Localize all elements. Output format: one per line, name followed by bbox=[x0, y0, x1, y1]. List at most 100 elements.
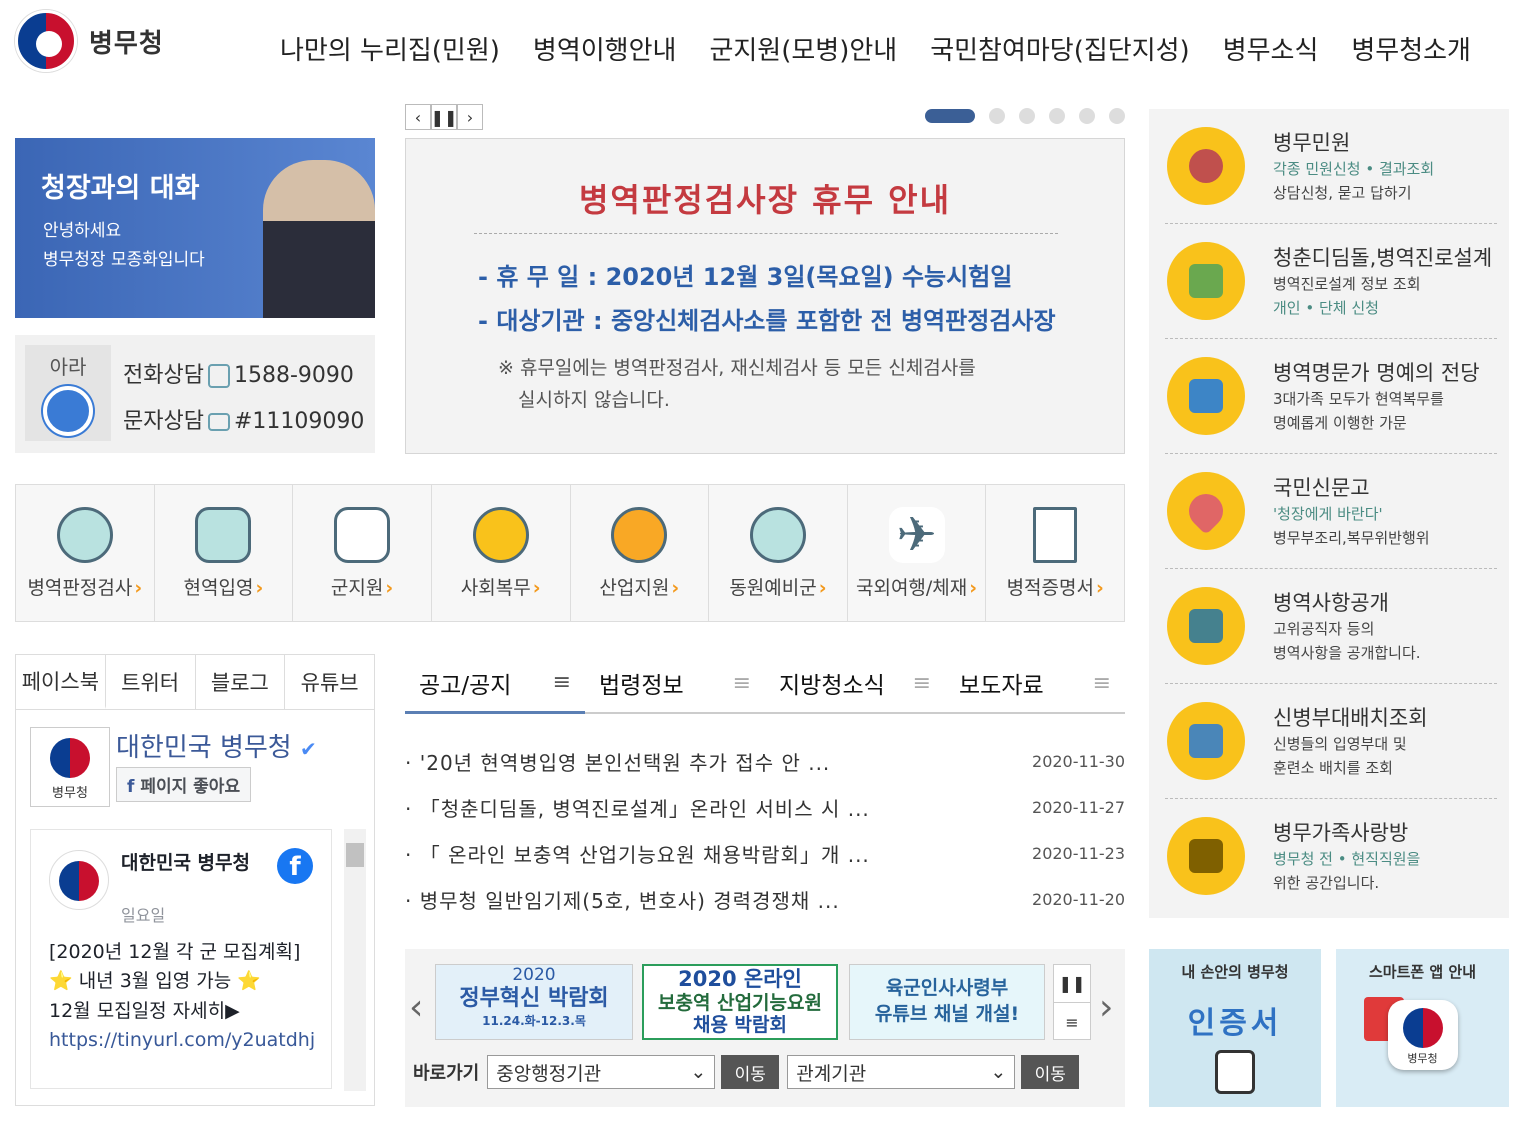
go-button-2[interactable]: 이동 bbox=[1021, 1055, 1080, 1089]
consult-box: 아라 전화상담 1588-9090 문자상담 #11109090 bbox=[15, 335, 375, 453]
nav-item-news[interactable]: 병무소식 bbox=[1223, 30, 1319, 67]
banner-pause-button[interactable]: ❚❚ bbox=[1054, 965, 1090, 1003]
message-icon bbox=[207, 413, 230, 431]
heart-icon bbox=[1167, 472, 1245, 550]
tab-press[interactable]: 보도자료 ≡ bbox=[945, 654, 1125, 712]
service-civil[interactable]: 병무민원 각종 민원신청 • 결과조회 상담신청, 묻고 답하기 bbox=[1165, 109, 1497, 224]
slider-next-button[interactable]: › bbox=[457, 104, 483, 130]
banner-next-icon[interactable]: › bbox=[1099, 987, 1113, 1028]
fb-page-logo[interactable]: 병무청 bbox=[30, 727, 110, 807]
notice-title[interactable]: '20년 현역병입영 본인선택원 추가 접수 안 ... bbox=[420, 751, 831, 775]
site-logo[interactable]: 병무청 bbox=[15, 8, 175, 74]
banner-gov-innovation[interactable]: 2020 정부혁신 박람회 11.24.화-12.3.목 bbox=[435, 964, 633, 1040]
quick-item-social-service[interactable]: 사회복무 › bbox=[432, 485, 571, 621]
more-menu-icon[interactable]: ≡ bbox=[733, 671, 751, 696]
quick-label: 동원예비군 bbox=[729, 577, 817, 599]
slider-pause-button[interactable]: ❚❚ bbox=[431, 104, 457, 130]
main-banner[interactable]: 병역판정검사장 휴무 안내 - 휴 무 일 : 2020년 12월 3일(목요일… bbox=[405, 138, 1125, 454]
service-career[interactable]: 청춘디딤돌,병역진로설계 병역진로설계 정보 조회 개인 • 단체 신청 bbox=[1165, 224, 1497, 339]
sms-number[interactable]: #11109090 bbox=[234, 409, 364, 434]
tab-notice[interactable]: 공고/공지 ≡ bbox=[405, 654, 585, 714]
banner-menu-button[interactable]: ≡ bbox=[1054, 1003, 1090, 1041]
fb-post-link[interactable]: https://tinyurl.com/y2uatdhj bbox=[49, 1026, 319, 1055]
service-title: 신병부대배치조회 bbox=[1273, 706, 1428, 730]
phone-number[interactable]: 1588-9090 bbox=[234, 363, 354, 388]
slider-dot-3[interactable] bbox=[1019, 108, 1035, 124]
nav-item-about[interactable]: 병무청소개 bbox=[1351, 30, 1471, 67]
slider-dot-1[interactable] bbox=[925, 109, 975, 123]
nav-item-civil[interactable]: 나만의 누리집(민원) bbox=[280, 30, 500, 67]
quick-item-enlist[interactable]: 현역입영 › bbox=[155, 485, 294, 621]
central-agency-select[interactable]: 중앙행정기관 ⌄ bbox=[487, 1055, 716, 1089]
fb-page-title[interactable]: 대한민국 병무청 ✔ bbox=[116, 727, 317, 764]
service-unit-assignment[interactable]: 신병부대배치조회 신병들의 입영부대 및 훈련소 배치를 조회 bbox=[1165, 684, 1497, 799]
tab-blog[interactable]: 블로그 bbox=[196, 655, 286, 709]
slider-dot-6[interactable] bbox=[1109, 108, 1125, 124]
fb-post-author[interactable]: 대한민국 병무청 bbox=[121, 848, 250, 875]
fb-post-avatar[interactable] bbox=[49, 850, 109, 910]
nav-item-recruit[interactable]: 군지원(모병)안내 bbox=[709, 30, 897, 67]
notice-title[interactable]: 「청춘디딤돌, 병역진로설계」온라인 서비스 시 ... bbox=[420, 797, 870, 821]
nav-item-participation[interactable]: 국민참여마당(집단지성) bbox=[930, 30, 1190, 67]
tab-law[interactable]: 법령정보 ≡ bbox=[585, 654, 765, 712]
tab-label: 보도자료 bbox=[959, 673, 1044, 699]
sprout-icon bbox=[1167, 242, 1245, 320]
chief-dialog-banner[interactable]: 청장과의 대화 안녕하세요 병무청장 모종화입니다 bbox=[15, 138, 375, 318]
go-button-1[interactable]: 이동 bbox=[721, 1055, 780, 1089]
tab-label: 공고/공지 bbox=[419, 672, 512, 699]
tab-regional-news[interactable]: 지방청소식 ≡ bbox=[765, 654, 945, 712]
service-hall-of-fame[interactable]: 병역명문가 명예의 전당 3대가족 모두가 현역복무를 명예롭게 이행한 가문 bbox=[1165, 339, 1497, 454]
quick-item-volunteer[interactable]: 군지원 › bbox=[293, 485, 432, 621]
list-item[interactable]: · 「 온라인 보충역 산업기능요원 채용박람회」개 ... 2020-11-23 bbox=[405, 830, 1125, 876]
app-guide-banner[interactable]: 스마트폰 앱 안내 병무청 bbox=[1336, 949, 1509, 1107]
service-family-room[interactable]: 병무가족사랑방 병무청 전 • 현직직원을 위한 공간입니다. bbox=[1165, 799, 1497, 914]
dog-tags-icon bbox=[195, 507, 252, 563]
chevron-right-icon: › bbox=[969, 577, 978, 599]
service-desc: 각종 민원신청 • 결과조회 상담신청, 묻고 답하기 bbox=[1273, 160, 1435, 202]
fb-scrollbar[interactable] bbox=[344, 829, 366, 1091]
certificate-banner-text: 인증서 bbox=[1187, 1006, 1283, 1041]
app-banner-title: 스마트폰 앱 안내 bbox=[1368, 963, 1477, 981]
list-item[interactable]: · '20년 현역병입영 본인선택원 추가 접수 안 ... 2020-11-30 bbox=[405, 738, 1125, 784]
quick-label: 사회복무 bbox=[460, 577, 531, 599]
notice-title[interactable]: 병무청 일반임기제(5호, 변호사) 경력경쟁채 ... bbox=[420, 889, 840, 913]
map-pin-icon bbox=[1167, 702, 1245, 780]
banner-note-2: 실시하지 않습니다. bbox=[518, 389, 670, 411]
list-item[interactable]: · 병무청 일반임기제(5호, 변호사) 경력경쟁채 ... 2020-11-20 bbox=[405, 876, 1125, 922]
certificate-banner[interactable]: 내 손안의 병무청 인증서 bbox=[1149, 949, 1321, 1107]
fb-post-line-1: [2020년 12월 각 군 모집계획] bbox=[49, 941, 301, 963]
related-agency-select[interactable]: 관계기관 ⌄ bbox=[787, 1055, 1016, 1089]
quick-item-overseas[interactable]: ✈ 국외여행/체재 › bbox=[848, 485, 987, 621]
checkup-person-icon bbox=[56, 507, 113, 563]
scroll-thumb[interactable] bbox=[346, 843, 364, 867]
service-sinmungo[interactable]: 국민신문고 '청장에게 바란다' 병무부조리,복무위반행위 bbox=[1165, 454, 1497, 569]
notice-date: 2020-11-27 bbox=[1032, 797, 1125, 817]
list-item[interactable]: · 「청춘디딤돌, 병역진로설계」온라인 서비스 시 ... 2020-11-27 bbox=[405, 784, 1125, 830]
service-disclosure[interactable]: 병역사항공개 고위공직자 등의 병역사항을 공개합니다. bbox=[1165, 569, 1497, 684]
quick-item-reserve[interactable]: 동원예비군 › bbox=[709, 485, 848, 621]
quick-item-checkup[interactable]: 병역판정검사 › bbox=[16, 485, 155, 621]
tab-facebook[interactable]: 페이스북 bbox=[16, 655, 106, 709]
slider-dot-4[interactable] bbox=[1049, 108, 1065, 124]
more-menu-icon[interactable]: ≡ bbox=[913, 671, 931, 696]
ara-mascot[interactable]: 아라 bbox=[25, 345, 111, 441]
tab-twitter[interactable]: 트위터 bbox=[106, 655, 196, 709]
banner-prev-icon[interactable]: ‹ bbox=[409, 987, 423, 1028]
tab-label: 법령정보 bbox=[599, 673, 684, 699]
slider-prev-button[interactable]: ‹ bbox=[405, 104, 431, 130]
banner-job-fair[interactable]: 2020 온라인 보충역 산업기능요원 채용 박람회 bbox=[642, 964, 838, 1040]
quick-label: 병적증명서 bbox=[1006, 577, 1094, 599]
slider-dot-2[interactable] bbox=[989, 108, 1005, 124]
more-menu-icon[interactable]: ≡ bbox=[553, 670, 571, 695]
nav-item-service-guide[interactable]: 병역이행안내 bbox=[533, 30, 677, 67]
tab-youtube[interactable]: 유튜브 bbox=[285, 655, 374, 709]
banner-line-2: - 대상기관 : 중앙신체검사소를 포함한 전 병역판정검사장 bbox=[478, 307, 1056, 335]
notice-date: 2020-11-23 bbox=[1032, 843, 1125, 863]
more-menu-icon[interactable]: ≡ bbox=[1093, 671, 1111, 696]
quick-item-certificate[interactable]: 병적증명서 › bbox=[986, 485, 1124, 621]
quick-item-industry[interactable]: 산업지원 › bbox=[571, 485, 710, 621]
banner-army-youtube[interactable]: 육군인사사령부 유튜브 채널 개설! bbox=[849, 964, 1045, 1040]
slider-dot-5[interactable] bbox=[1079, 108, 1095, 124]
fb-like-button[interactable]: f 페이지 좋아요 bbox=[116, 767, 252, 802]
notice-title[interactable]: 「 온라인 보충역 산업기능요원 채용박람회」개 ... bbox=[420, 843, 870, 867]
